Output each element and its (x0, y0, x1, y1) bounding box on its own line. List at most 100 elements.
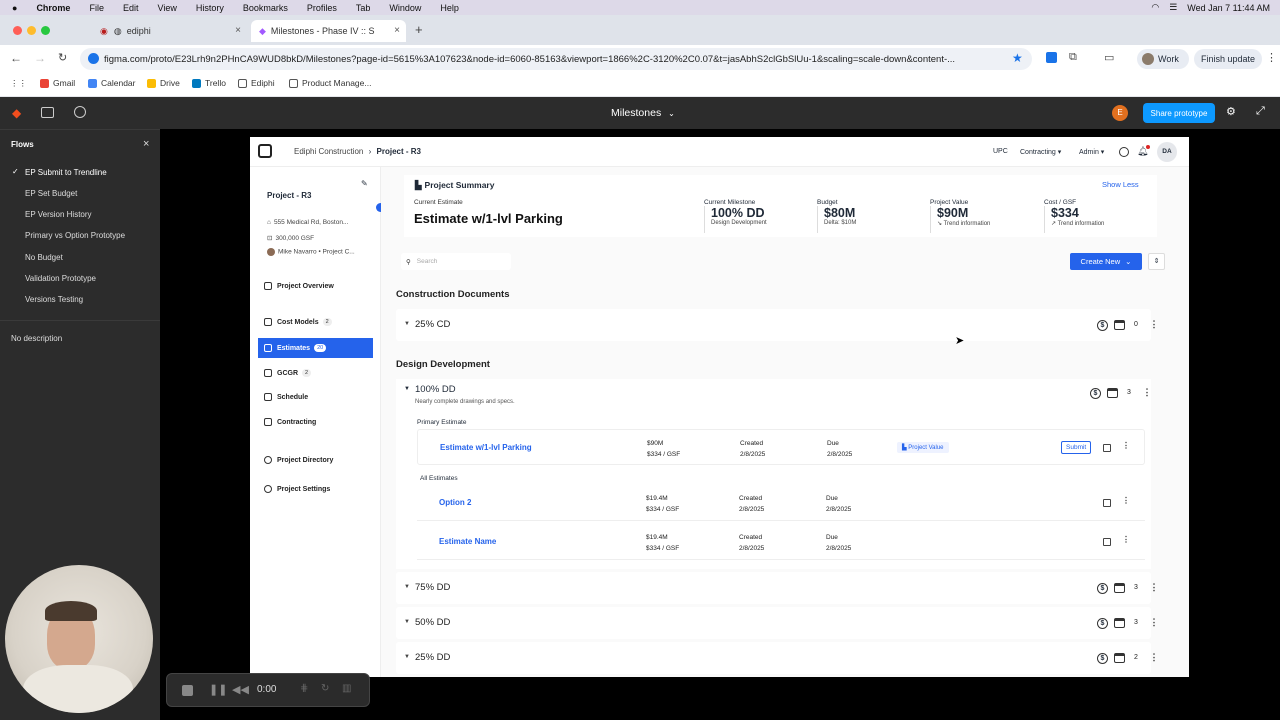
chevron-down-icon[interactable]: ▼ (404, 321, 410, 327)
more-vertical-icon[interactable]: ⋮ (1120, 535, 1132, 544)
menu-bookmarks[interactable]: Bookmarks (243, 3, 288, 13)
chevron-down-icon[interactable]: ▼ (404, 654, 410, 660)
milestone-label[interactable]: 100% DD (415, 384, 456, 395)
nav-project-overview[interactable]: Project Overview (258, 276, 373, 296)
zoom-window-icon[interactable] (41, 26, 50, 35)
apps-grid-icon[interactable]: ⋮⋮ (10, 78, 27, 89)
contracting-dropdown[interactable]: Contracting ▾ (1020, 148, 1061, 156)
more-vertical-icon[interactable]: ⋮ (1148, 617, 1160, 628)
copy-icon[interactable] (1103, 499, 1111, 507)
flow-item[interactable]: EP Version History (25, 210, 92, 219)
more-vertical-icon[interactable]: ⋮ (1120, 441, 1132, 450)
bookmark-star-icon[interactable]: ★ (1012, 51, 1023, 65)
flow-item[interactable]: EP Set Budget (25, 189, 77, 198)
menu-app-name[interactable]: Chrome (36, 3, 70, 13)
more-vertical-icon[interactable]: ⋮ (1148, 652, 1160, 663)
close-tab-icon[interactable]: × (235, 25, 241, 36)
dollar-icon[interactable]: $ (1090, 388, 1101, 399)
prototype-title[interactable]: Milestones ⌄ (611, 107, 675, 119)
close-window-icon[interactable] (13, 26, 22, 35)
dollar-icon[interactable]: $ (1097, 320, 1108, 331)
reload-icon[interactable]: ↻ (58, 51, 67, 64)
estimate-name-link[interactable]: Option 2 (439, 498, 471, 507)
bookmark-trello[interactable]: Trello (192, 78, 226, 88)
browser-tab-ediphi[interactable]: ◉ ◍ ediphi × (92, 20, 247, 42)
sidebar-toggle-icon[interactable] (41, 107, 54, 118)
more-vertical-icon[interactable]: ⋮ (1148, 319, 1160, 330)
flow-item-active[interactable]: ✓ EP Submit to Trendline (0, 164, 160, 181)
breadcrumb-org[interactable]: Ediphi Construction (294, 147, 363, 156)
nav-project-directory[interactable]: Project Directory (258, 450, 373, 470)
close-tab-icon[interactable]: × (394, 25, 400, 36)
chevron-down-icon[interactable]: ▼ (404, 619, 410, 625)
copy-icon[interactable] (1103, 538, 1111, 546)
flow-item[interactable]: No Budget (25, 253, 63, 262)
calendar-icon[interactable] (1114, 320, 1125, 330)
bookmark-drive[interactable]: Drive (147, 78, 180, 88)
control-center-icon[interactable]: ☰ (1169, 2, 1177, 13)
menu-edit[interactable]: Edit (123, 3, 139, 13)
extension-icon[interactable] (1046, 52, 1057, 63)
menu-window[interactable]: Window (389, 3, 421, 13)
edit-pencil-icon[interactable]: ✎ (361, 179, 368, 188)
create-new-button[interactable]: Create New ⌄ (1070, 253, 1142, 270)
share-prototype-button[interactable]: Share prototype (1143, 103, 1215, 123)
flow-item[interactable]: Validation Prototype (25, 274, 96, 283)
bookmark-product-manage[interactable]: Product Manage... (289, 78, 371, 88)
help-icon[interactable] (1119, 147, 1129, 157)
menu-profiles[interactable]: Profiles (307, 3, 337, 13)
nav-project-settings[interactable]: Project Settings (258, 479, 373, 499)
breadcrumb-project[interactable]: Project - R3 (377, 147, 421, 156)
restart-icon[interactable]: ↻ (321, 683, 329, 694)
back-icon[interactable]: ← (10, 51, 22, 65)
nav-estimates[interactable]: Estimates 20 (258, 338, 373, 358)
minimize-window-icon[interactable] (27, 26, 36, 35)
url-field[interactable]: figma.com/proto/E23Lrh9n2PHnCA9WUD8bkD/M… (80, 48, 1032, 70)
menu-file[interactable]: File (89, 3, 104, 13)
flow-item[interactable]: Primary vs Option Prototype (25, 231, 125, 240)
trash-icon[interactable]: ▥ (342, 683, 351, 694)
estimate-row[interactable]: Option 2 $19.4M $334 / GSF Created 2/8/202… (417, 485, 1145, 521)
close-icon[interactable]: × (143, 138, 149, 150)
puzzle-icon[interactable]: ⧉ (1069, 51, 1077, 64)
upc-link[interactable]: UPC (993, 148, 1008, 155)
chevron-down-icon[interactable]: ▼ (404, 584, 410, 590)
nav-contracting[interactable]: Contracting (258, 412, 373, 432)
ediphi-logo-icon[interactable] (258, 144, 272, 158)
menu-view[interactable]: View (157, 3, 176, 13)
settings-sliders-icon[interactable]: ⚙ (1226, 105, 1236, 118)
dollar-icon[interactable]: $ (1097, 653, 1108, 664)
nav-schedule[interactable]: Schedule (258, 387, 373, 407)
flow-item[interactable]: Versions Testing (25, 295, 83, 304)
calendar-icon[interactable] (1114, 653, 1125, 663)
dollar-icon[interactable]: $ (1097, 618, 1108, 629)
menu-help[interactable]: Help (440, 3, 459, 13)
more-vertical-icon[interactable]: ⋮ (1141, 387, 1153, 398)
current-estimate-value[interactable]: Estimate w/1-lvl Parking (414, 211, 563, 226)
browser-menu-icon[interactable]: ⋮ (1266, 51, 1277, 64)
milestone-group-50-dd[interactable]: ▼ 50% DD $ 3 ⋮ (396, 607, 1159, 639)
comment-icon[interactable] (74, 106, 86, 118)
new-tab-button[interactable]: + (415, 22, 423, 37)
milestone-group-75-dd[interactable]: ▼ 75% DD $ 3 ⋮ (396, 572, 1159, 604)
pause-icon[interactable]: ❚❚ (209, 683, 227, 696)
nav-gcgr[interactable]: GCGR 2 (258, 363, 373, 383)
browser-tab-milestones[interactable]: ◆ Milestones - Phase IV :: S × (251, 20, 406, 42)
show-less-link[interactable]: Show Less (1102, 180, 1139, 189)
menu-history[interactable]: History (196, 3, 224, 13)
more-vertical-icon[interactable]: ⋮ (1148, 582, 1160, 593)
tab-search-icon[interactable]: ▭ (1104, 51, 1114, 64)
avatar[interactable]: DA (1157, 142, 1177, 162)
calendar-icon[interactable] (1107, 388, 1118, 398)
menubar-clock[interactable]: Wed Jan 7 11:44 AM (1187, 3, 1270, 13)
wifi-icon[interactable]: ◠ (1151, 2, 1159, 13)
forward-icon[interactable]: → (34, 51, 46, 65)
sort-icon[interactable]: ⇕ (1148, 253, 1165, 270)
bookmark-ediphi[interactable]: Ediphi (238, 78, 275, 88)
nav-cost-models[interactable]: Cost Models 2 (258, 312, 373, 332)
figma-logo-icon[interactable]: ◆ (12, 106, 21, 120)
grid-icon[interactable]: ⋕ (300, 683, 308, 694)
finish-update-button[interactable]: Finish update (1194, 49, 1262, 69)
bookmark-gmail[interactable]: Gmail (40, 78, 75, 88)
estimate-name-link[interactable]: Estimate Name (439, 537, 496, 546)
